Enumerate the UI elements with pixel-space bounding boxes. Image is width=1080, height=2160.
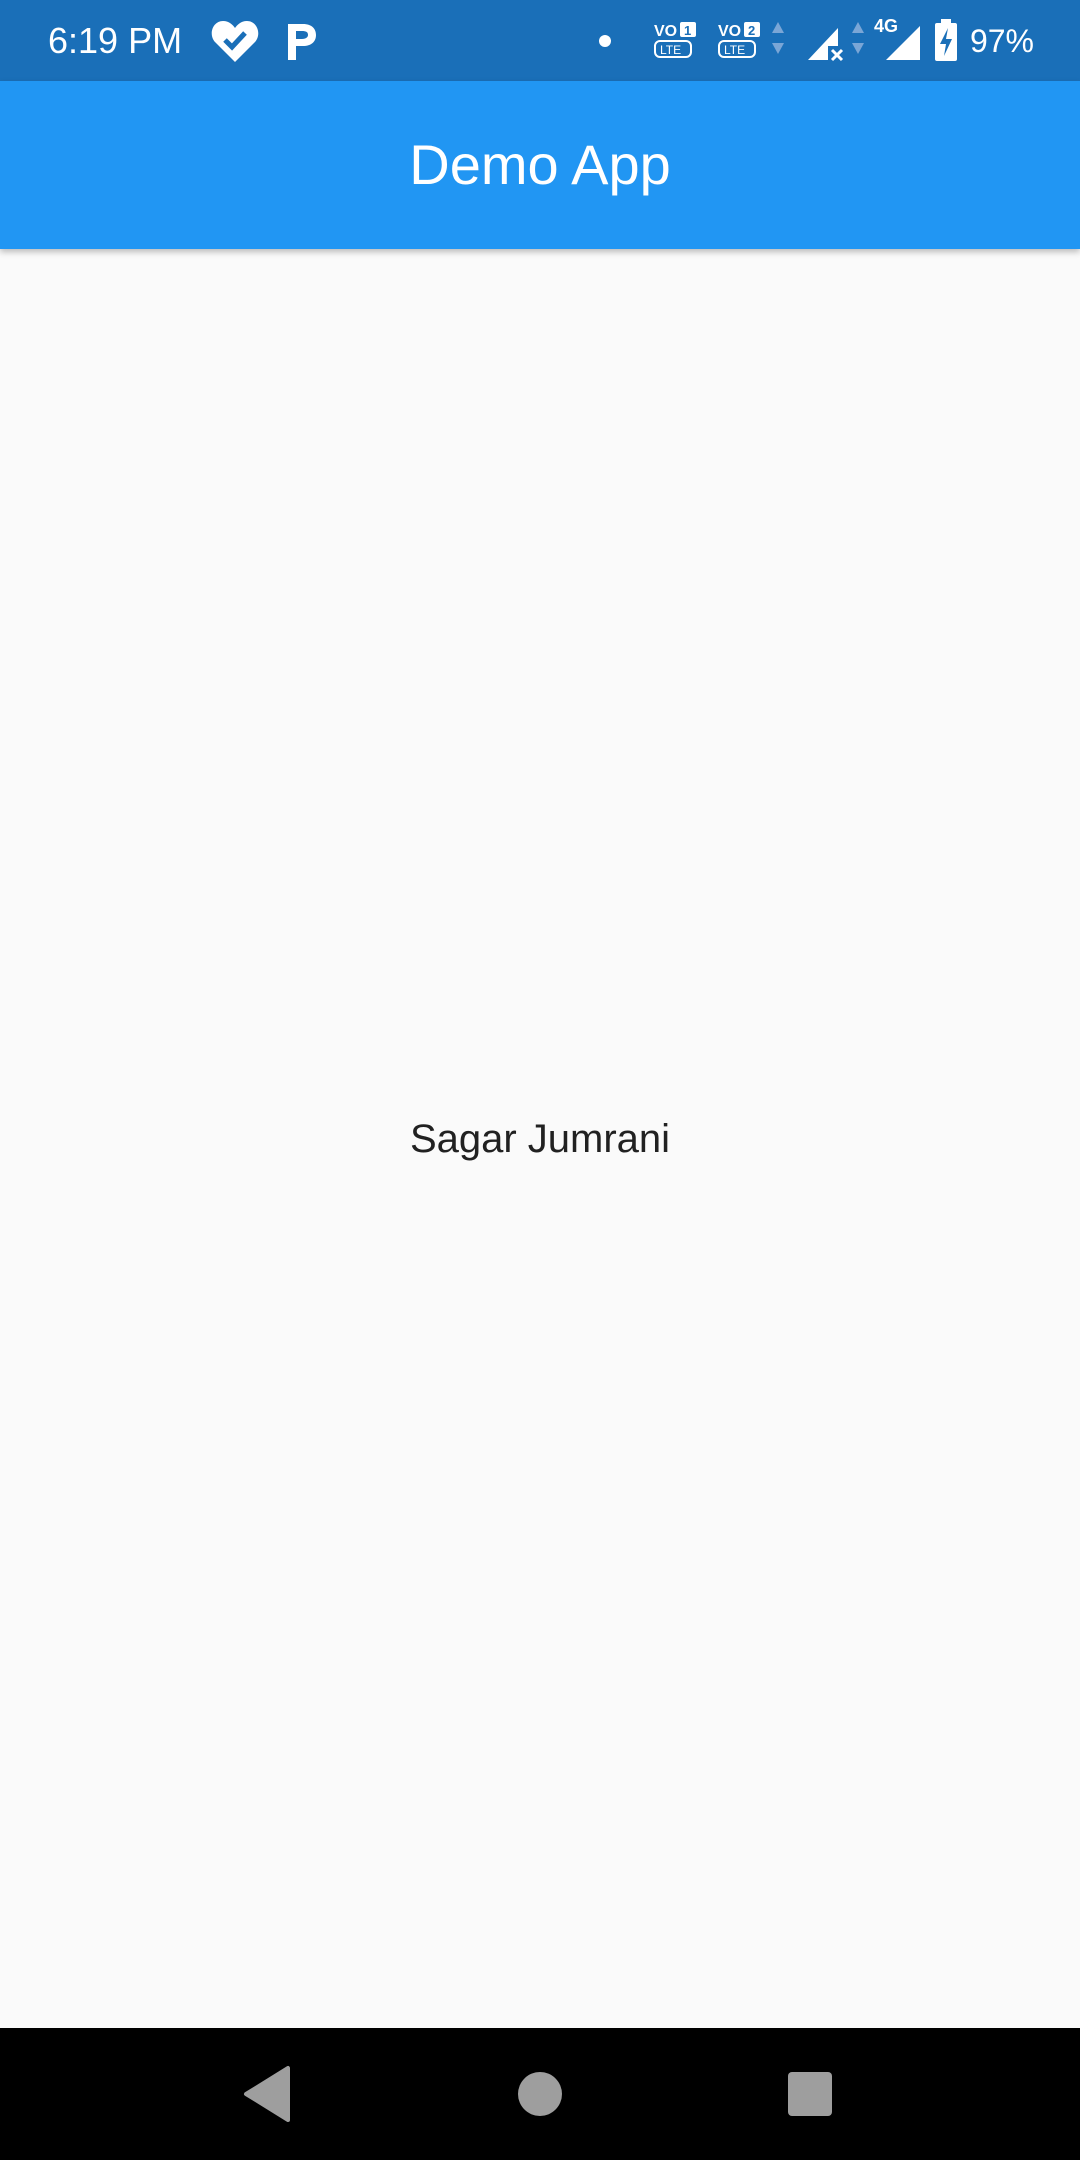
svg-text:VO: VO — [654, 23, 677, 40]
recents-icon[interactable] — [774, 2058, 846, 2130]
home-icon[interactable] — [504, 2058, 576, 2130]
dot-icon — [598, 34, 612, 53]
navigation-bar — [0, 2028, 1080, 2160]
app-bar: Demo App — [0, 81, 1080, 249]
battery-percent: 97% — [969, 23, 1034, 59]
back-icon[interactable] — [232, 2058, 304, 2130]
signal-no-service-icon — [806, 20, 846, 67]
p-notification-icon — [284, 20, 320, 67]
battery-charging-icon — [934, 18, 958, 67]
volte-sim2-icon: VO 2 LTE — [716, 20, 764, 65]
app-title: Demo App — [409, 133, 671, 196]
signal-4g-icon: 4G — [872, 14, 924, 67]
data-arrows-icon — [848, 20, 868, 61]
main-content: Sagar Jumrani — [0, 249, 1080, 2028]
app-screen: 6:19 PM VO 1 LTE VO 2 LTE 4G 97% Demo Ap… — [0, 0, 1080, 2160]
svg-text:LTE: LTE — [660, 43, 681, 57]
svg-text:VO: VO — [718, 23, 741, 40]
status-bar: 6:19 PM VO 1 LTE VO 2 LTE 4G 97% — [0, 0, 1080, 81]
svg-text:4G: 4G — [874, 16, 898, 36]
volte-sim1-icon: VO 1 LTE — [652, 20, 700, 65]
data-arrows-icon — [768, 20, 788, 61]
svg-text:2: 2 — [748, 23, 755, 38]
svg-text:LTE: LTE — [724, 43, 745, 57]
svg-text:1: 1 — [684, 23, 691, 38]
center-name-text: Sagar Jumrani — [409, 1117, 671, 1161]
status-time: 6:19 PM — [48, 20, 183, 61]
heart-check-icon — [210, 18, 260, 69]
